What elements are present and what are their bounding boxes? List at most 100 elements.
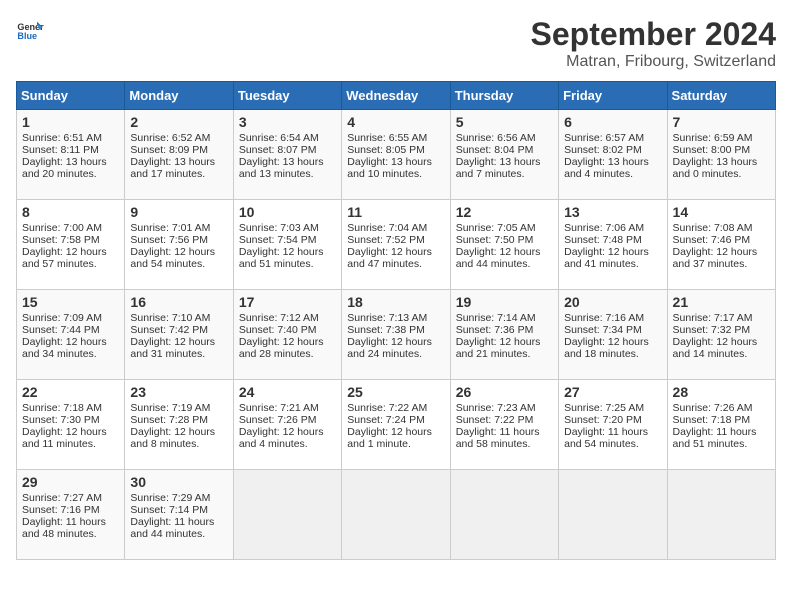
sunrise-25: Sunrise: 7:22 AM <box>347 402 444 414</box>
sunrise-1: Sunrise: 6:51 AM <box>22 132 119 144</box>
day-number-22: 22 <box>22 384 119 400</box>
sunrise-16: Sunrise: 7:10 AM <box>130 312 227 324</box>
daylight-26: Daylight: 11 hours and 58 minutes. <box>456 426 553 450</box>
calendar-cell-18: 18Sunrise: 7:13 AMSunset: 7:38 PMDayligh… <box>342 290 450 380</box>
sunrise-28: Sunrise: 7:26 AM <box>673 402 770 414</box>
day-number-2: 2 <box>130 114 227 130</box>
calendar-cell-19: 19Sunrise: 7:14 AMSunset: 7:36 PMDayligh… <box>450 290 558 380</box>
calendar-cell-30: 30Sunrise: 7:29 AMSunset: 7:14 PMDayligh… <box>125 470 233 560</box>
daylight-24: Daylight: 12 hours and 4 minutes. <box>239 426 336 450</box>
sunset-29: Sunset: 7:16 PM <box>22 504 119 516</box>
daylight-11: Daylight: 12 hours and 47 minutes. <box>347 246 444 270</box>
daylight-21: Daylight: 12 hours and 14 minutes. <box>673 336 770 360</box>
calendar-cell-27: 27Sunrise: 7:25 AMSunset: 7:20 PMDayligh… <box>559 380 667 470</box>
calendar-cell-26: 26 Sunrise: 7:23 AMSunset: 7:22 PMDayligh… <box>450 380 558 470</box>
sunrise-3: Sunrise: 6:54 AM <box>239 132 336 144</box>
day-number-1: 1 <box>22 114 119 130</box>
calendar-week-5: 29Sunrise: 7:27 AMSunset: 7:16 PMDayligh… <box>17 470 776 560</box>
day-number-28: 28 <box>673 384 770 400</box>
day-number-11: 11 <box>347 204 444 220</box>
sunset-16: Sunset: 7:42 PM <box>130 324 227 336</box>
day-number-17: 17 <box>239 294 336 310</box>
day-number-4: 4 <box>347 114 444 130</box>
header-thursday: Thursday <box>450 82 558 110</box>
daylight-18: Daylight: 12 hours and 24 minutes. <box>347 336 444 360</box>
header-wednesday: Wednesday <box>342 82 450 110</box>
daylight-2: Daylight: 13 hours and 17 minutes. <box>130 156 227 180</box>
day-number-13: 13 <box>564 204 661 220</box>
sunrise-7: Sunrise: 6:59 AM <box>673 132 770 144</box>
daylight-6: Daylight: 13 hours and 4 minutes. <box>564 156 661 180</box>
daylight-30: Daylight: 11 hours and 44 minutes. <box>130 516 227 540</box>
sunrise-6: Sunrise: 6:57 AM <box>564 132 661 144</box>
day-number-16: 16 <box>130 294 227 310</box>
calendar-cell-4: 4Sunrise: 6:55 AMSunset: 8:05 PMDaylight… <box>342 110 450 200</box>
daylight-27: Daylight: 11 hours and 54 minutes. <box>564 426 661 450</box>
day-number-23: 23 <box>130 384 227 400</box>
calendar-cell-13: 13Sunrise: 7:06 AMSunset: 7:48 PMDayligh… <box>559 200 667 290</box>
daylight-9: Daylight: 12 hours and 54 minutes. <box>130 246 227 270</box>
sunrise-2: Sunrise: 6:52 AM <box>130 132 227 144</box>
calendar-cell-empty-w5-c4 <box>450 470 558 560</box>
sunrise-12: Sunrise: 7:05 AM <box>456 222 553 234</box>
daylight-22: Daylight: 12 hours and 11 minutes. <box>22 426 119 450</box>
sunrise-23: Sunrise: 7:19 AM <box>130 402 227 414</box>
calendar-cell-22: 22Sunrise: 7:18 AMSunset: 7:30 PMDayligh… <box>17 380 125 470</box>
sunset-30: Sunset: 7:14 PM <box>130 504 227 516</box>
sunset-13: Sunset: 7:48 PM <box>564 234 661 246</box>
calendar-cell-9: 9Sunrise: 7:01 AMSunset: 7:56 PMDaylight… <box>125 200 233 290</box>
daylight-16: Daylight: 12 hours and 31 minutes. <box>130 336 227 360</box>
sunrise-17: Sunrise: 7:12 AM <box>239 312 336 324</box>
calendar-cell-11: 11 Sunrise: 7:04 AMSunset: 7:52 PMDayligh… <box>342 200 450 290</box>
calendar-cell-28: 28Sunrise: 7:26 AMSunset: 7:18 PMDayligh… <box>667 380 775 470</box>
daylight-12: Daylight: 12 hours and 44 minutes. <box>456 246 553 270</box>
sunset-21: Sunset: 7:32 PM <box>673 324 770 336</box>
logo: General Blue <box>16 16 44 44</box>
sunrise-11: Sunrise: 7:04 AM <box>347 222 444 234</box>
day-number-14: 14 <box>673 204 770 220</box>
calendar-cell-12: 12Sunrise: 7:05 AMSunset: 7:50 PMDayligh… <box>450 200 558 290</box>
sunset-2: Sunset: 8:09 PM <box>130 144 227 156</box>
daylight-7: Daylight: 13 hours and 0 minutes. <box>673 156 770 180</box>
sunset-25: Sunset: 7:24 PM <box>347 414 444 426</box>
calendar-week-3: 15Sunrise: 7:09 AMSunset: 7:44 PMDayligh… <box>17 290 776 380</box>
calendar-cell-16: 16 Sunrise: 7:10 AMSunset: 7:42 PMDayligh… <box>125 290 233 380</box>
day-number-21: 21 <box>673 294 770 310</box>
daylight-3: Daylight: 13 hours and 13 minutes. <box>239 156 336 180</box>
sunset-26: Sunset: 7:22 PM <box>456 414 553 426</box>
day-number-6: 6 <box>564 114 661 130</box>
sunrise-20: Sunrise: 7:16 AM <box>564 312 661 324</box>
calendar-cell-2: 2 Sunrise: 6:52 AMSunset: 8:09 PMDaylight… <box>125 110 233 200</box>
day-number-3: 3 <box>239 114 336 130</box>
header-monday: Monday <box>125 82 233 110</box>
header-saturday: Saturday <box>667 82 775 110</box>
sunset-10: Sunset: 7:54 PM <box>239 234 336 246</box>
day-number-27: 27 <box>564 384 661 400</box>
sunset-17: Sunset: 7:40 PM <box>239 324 336 336</box>
sunrise-26: Sunrise: 7:23 AM <box>456 402 553 414</box>
daylight-23: Daylight: 12 hours and 8 minutes. <box>130 426 227 450</box>
day-number-19: 19 <box>456 294 553 310</box>
sunset-9: Sunset: 7:56 PM <box>130 234 227 246</box>
header-tuesday: Tuesday <box>233 82 341 110</box>
day-number-26: 26 <box>456 384 553 400</box>
title-section: September 2024 Matran, Fribourg, Switzer… <box>531 16 776 71</box>
daylight-4: Daylight: 13 hours and 10 minutes. <box>347 156 444 180</box>
daylight-25: Daylight: 12 hours and 1 minute. <box>347 426 444 450</box>
calendar-header-row: Sunday Monday Tuesday Wednesday Thursday… <box>17 82 776 110</box>
calendar-cell-empty-w5-c3 <box>342 470 450 560</box>
daylight-20: Daylight: 12 hours and 18 minutes. <box>564 336 661 360</box>
page-header: General Blue September 2024 Matran, Frib… <box>16 16 776 71</box>
daylight-15: Daylight: 12 hours and 34 minutes. <box>22 336 119 360</box>
calendar-week-2: 8Sunrise: 7:00 AMSunset: 7:58 PMDaylight… <box>17 200 776 290</box>
daylight-19: Daylight: 12 hours and 21 minutes. <box>456 336 553 360</box>
sunset-11: Sunset: 7:52 PM <box>347 234 444 246</box>
sunset-24: Sunset: 7:26 PM <box>239 414 336 426</box>
calendar-cell-21: 21 Sunrise: 7:17 AMSunset: 7:32 PMDayligh… <box>667 290 775 380</box>
daylight-1: Daylight: 13 hours and 20 minutes. <box>22 156 119 180</box>
sunrise-5: Sunrise: 6:56 AM <box>456 132 553 144</box>
sunset-20: Sunset: 7:34 PM <box>564 324 661 336</box>
sunrise-10: Sunrise: 7:03 AM <box>239 222 336 234</box>
calendar-cell-5: 5Sunrise: 6:56 AMSunset: 8:04 PMDaylight… <box>450 110 558 200</box>
sunrise-21: Sunrise: 7:17 AM <box>673 312 770 324</box>
